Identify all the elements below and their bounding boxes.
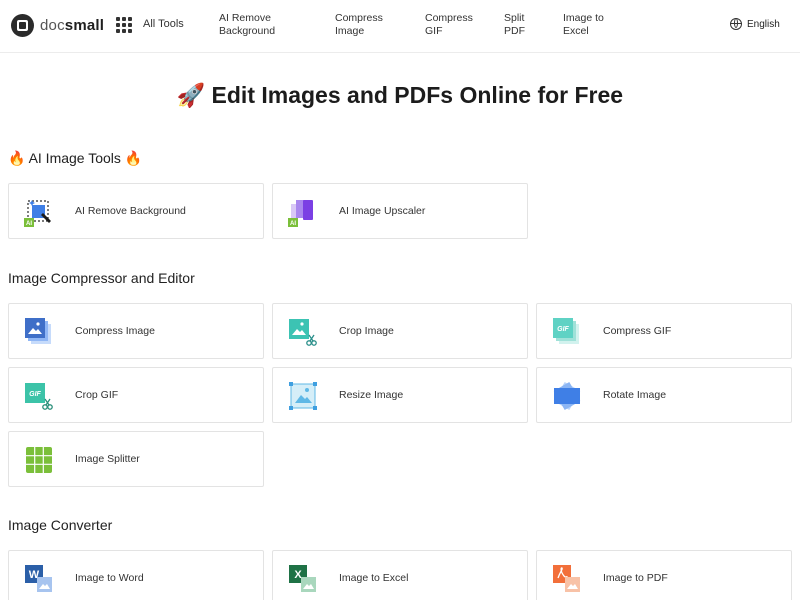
- nav-compress-gif[interactable]: Compress GIF: [425, 12, 473, 38]
- fire-icon: 🔥: [8, 151, 26, 167]
- tool-label: Crop GIF: [75, 389, 119, 401]
- tool-card-ai-image-upscaler[interactable]: AI AI Image Upscaler: [272, 183, 528, 239]
- brand-logo[interactable]: docsmall: [11, 14, 104, 37]
- fire-icon: 🔥: [124, 151, 143, 167]
- section-title-image-compressor: Image Compressor and Editor: [8, 270, 195, 286]
- tool-card-ai-remove-background[interactable]: AI AI Remove Background: [8, 183, 264, 239]
- tool-label: Rotate Image: [603, 389, 667, 401]
- tool-label: Image to Excel: [339, 572, 409, 584]
- image-to-excel-icon: X: [289, 565, 316, 592]
- page-title: 🚀 Edit Images and PDFs Online for Free: [176, 82, 624, 109]
- svg-text:GIF: GIF: [557, 326, 569, 333]
- section-title-image-converter: Image Converter: [8, 517, 113, 533]
- tool-label: Compress GIF: [603, 325, 672, 337]
- tool-card-compress-image[interactable]: Compress Image: [8, 303, 264, 359]
- globe-icon: [730, 18, 742, 30]
- nav-ai-remove-background[interactable]: AI Remove Background: [219, 12, 275, 38]
- tool-label: Resize Image: [339, 389, 404, 401]
- compress-image-icon: [25, 318, 51, 344]
- tool-card-rotate-image[interactable]: Rotate Image: [536, 367, 792, 423]
- tool-label: Image Splitter: [75, 453, 140, 465]
- tool-label: AI Image Upscaler: [339, 205, 426, 217]
- tool-card-image-splitter[interactable]: Image Splitter: [8, 431, 264, 487]
- nav-split-pdf[interactable]: Split PDF: [504, 12, 525, 38]
- nav-image-to-excel[interactable]: Image to Excel: [563, 12, 604, 38]
- tool-label: Crop Image: [339, 325, 394, 337]
- tool-card-resize-image[interactable]: Resize Image: [272, 367, 528, 423]
- tool-label: AI Remove Background: [75, 205, 186, 217]
- tool-card-image-to-word[interactable]: W Image to Word: [8, 550, 264, 600]
- tool-label: Image to Word: [75, 572, 144, 584]
- image-to-pdf-icon: [553, 565, 580, 592]
- ai-remove-background-icon: AI: [24, 200, 51, 227]
- svg-text:AI: AI: [26, 221, 32, 227]
- crop-gif-icon: GIF: [25, 383, 53, 410]
- tool-card-image-to-excel[interactable]: X Image to Excel: [272, 550, 528, 600]
- language-selector[interactable]: English: [730, 18, 780, 30]
- nav-all-tools[interactable]: All Tools: [143, 18, 184, 30]
- rotate-image-icon: [553, 381, 581, 411]
- svg-text:AI: AI: [290, 221, 296, 227]
- tool-card-compress-gif[interactable]: GIF Compress GIF: [536, 303, 792, 359]
- grid-menu-icon[interactable]: [116, 17, 132, 33]
- nav-compress-image[interactable]: Compress Image: [335, 12, 383, 38]
- tool-card-image-to-pdf[interactable]: Image to PDF: [536, 550, 792, 600]
- tool-card-crop-image[interactable]: Crop Image: [272, 303, 528, 359]
- language-label: English: [747, 18, 780, 30]
- top-header: docsmall All Tools AI Remove Background C…: [0, 0, 800, 53]
- tool-label: Image to PDF: [603, 572, 668, 584]
- ai-image-upscaler-icon: AI: [288, 200, 313, 227]
- tool-label: Compress Image: [75, 325, 155, 337]
- crop-image-icon: [289, 319, 317, 346]
- section-title-ai-image-tools: 🔥 AI Image Tools 🔥: [8, 150, 143, 167]
- rocket-icon: 🚀: [176, 83, 206, 109]
- compress-gif-icon: GIF: [553, 318, 579, 344]
- resize-image-icon: [289, 382, 317, 410]
- logo-icon: [11, 14, 34, 37]
- image-splitter-icon: [26, 447, 52, 473]
- svg-text:GIF: GIF: [29, 391, 41, 398]
- image-to-word-icon: W: [25, 565, 52, 592]
- tool-card-crop-gif[interactable]: GIF Crop GIF: [8, 367, 264, 423]
- brand-name: docsmall: [40, 17, 105, 34]
